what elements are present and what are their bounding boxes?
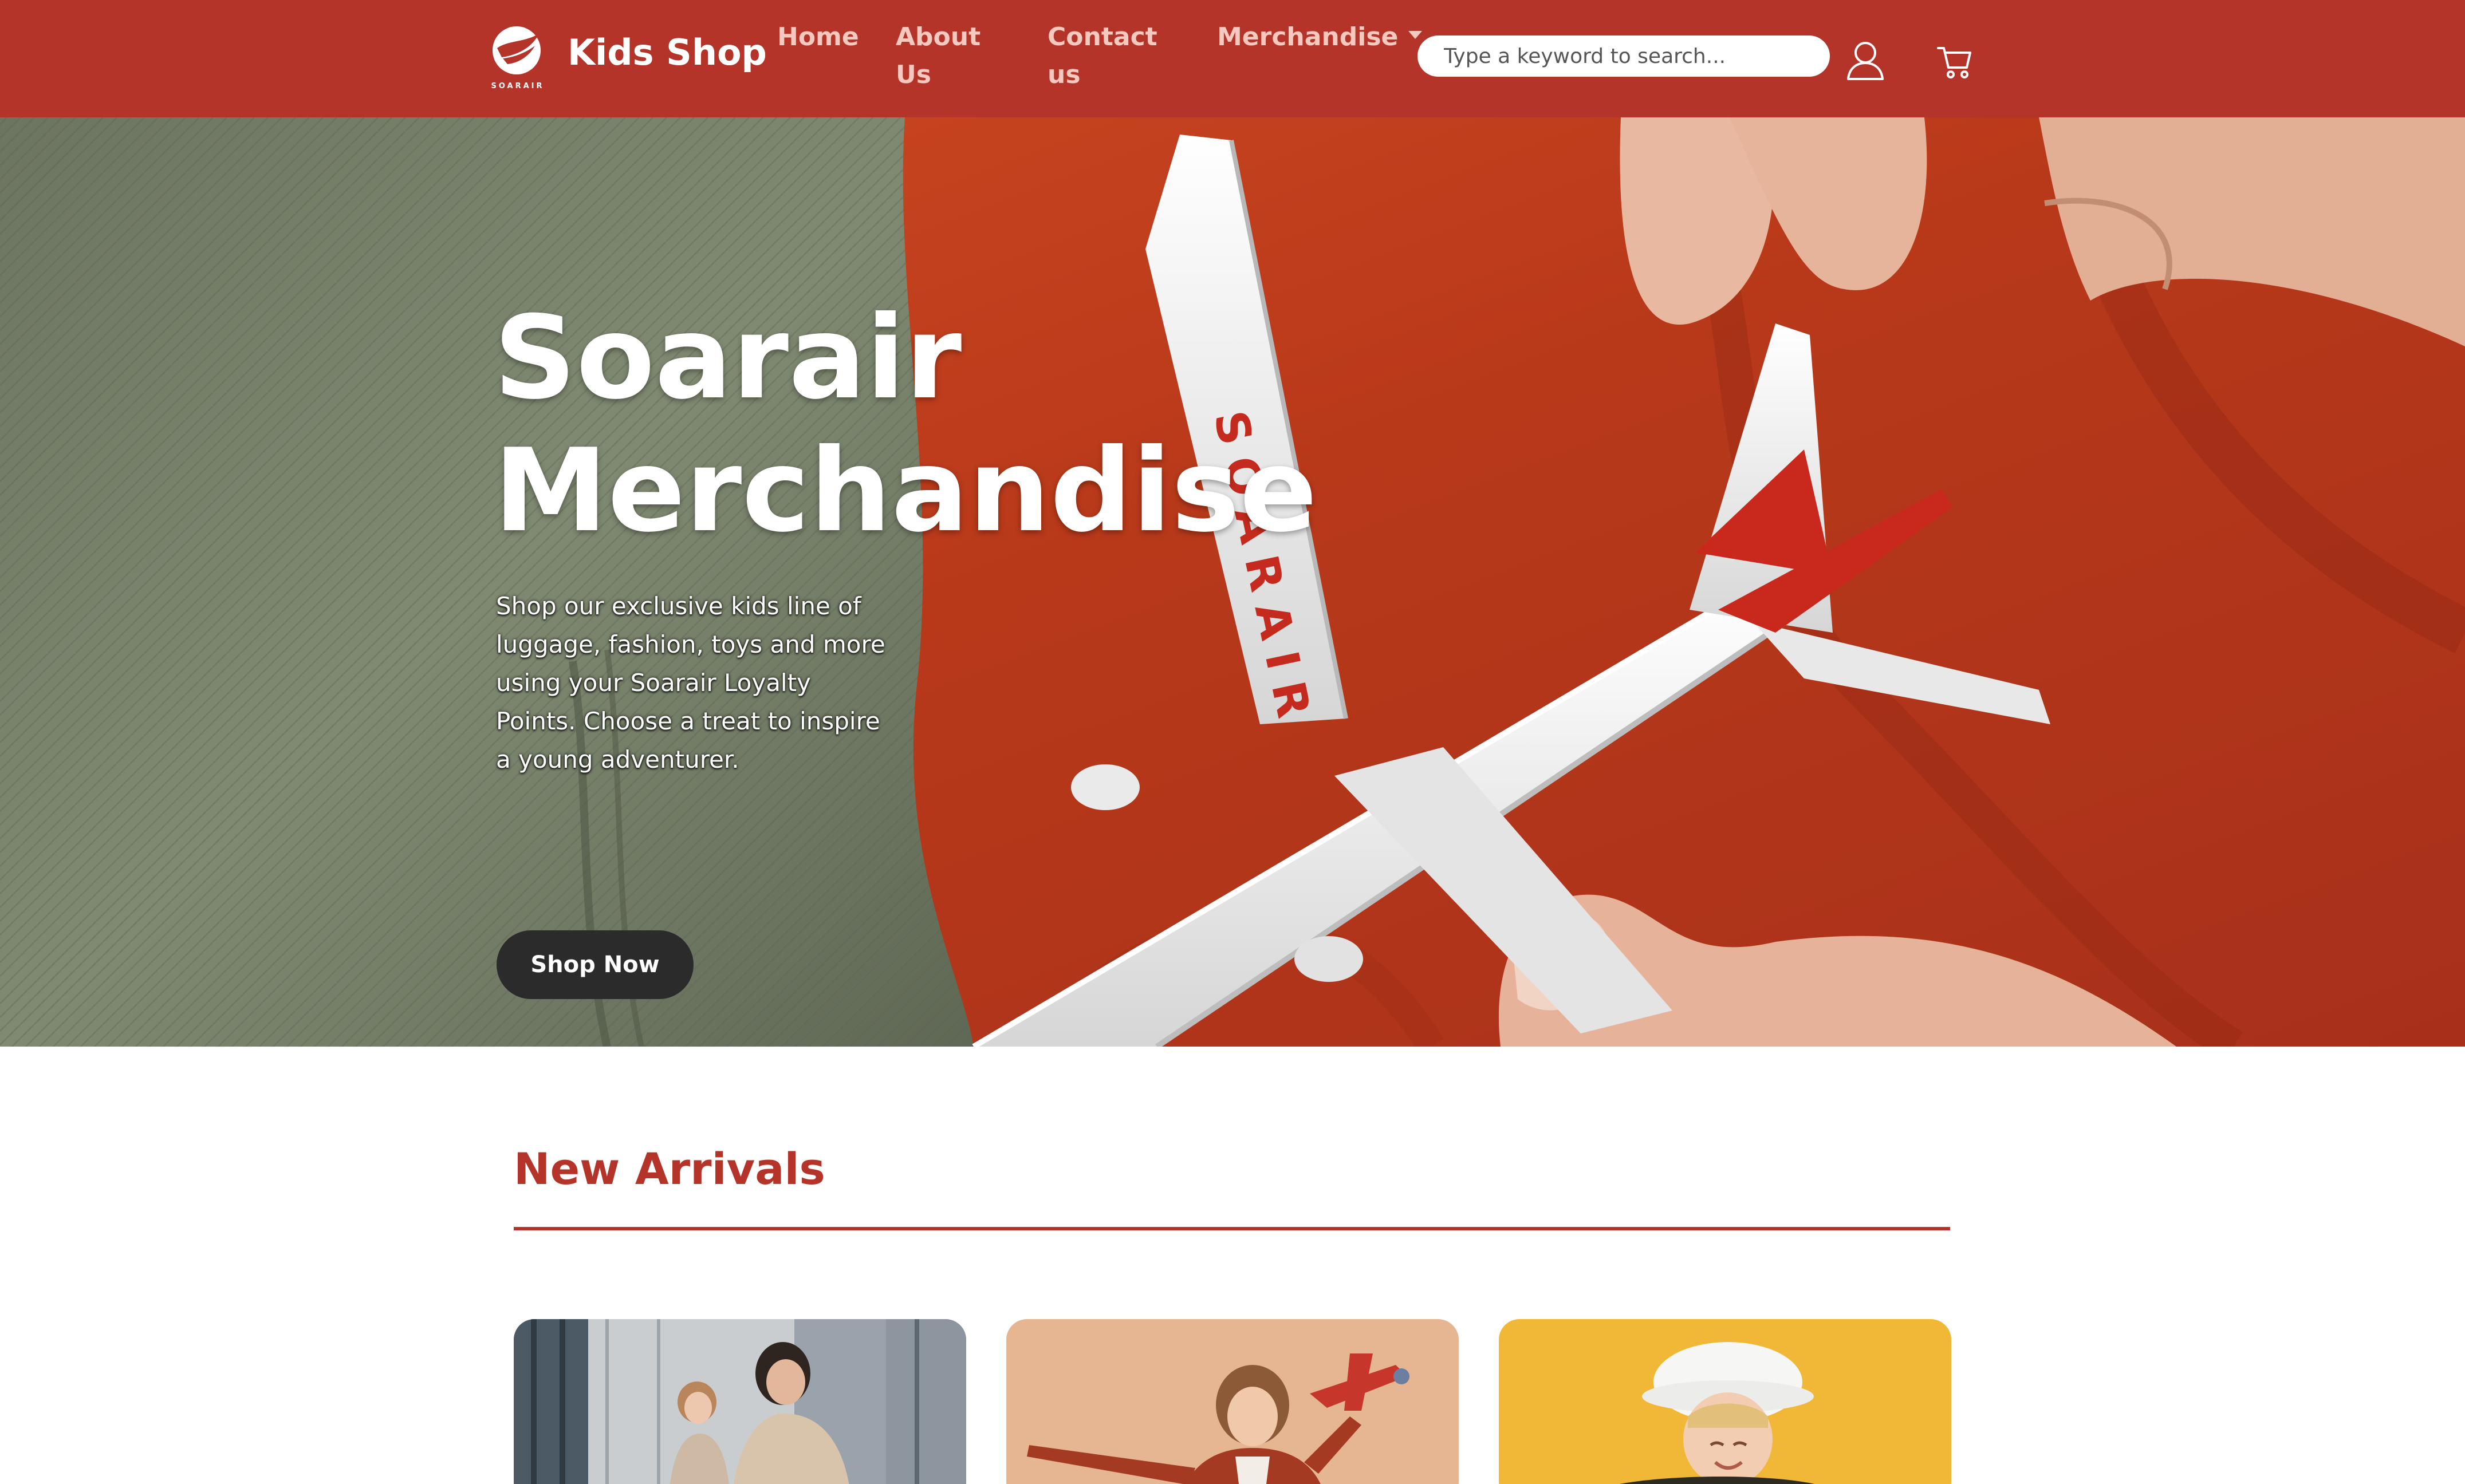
search-input[interactable] <box>1417 35 1830 77</box>
logo-wordmark: SOARAIR <box>491 82 544 90</box>
product-image-girl-with-yellow-suitcase <box>1499 1319 1951 1484</box>
product-image-girl-with-toy-airplane <box>1006 1319 1459 1484</box>
product-card-girl-with-yellow-suitcase[interactable] <box>1499 1319 1951 1484</box>
hero-title: Soarair Merchandise <box>494 291 1317 558</box>
nav-contact-link[interactable]: Contact us <box>1048 18 1162 94</box>
nav-home-link[interactable]: Home <box>777 18 859 56</box>
nav-about-link[interactable]: About Us <box>896 18 999 94</box>
user-icon[interactable] <box>1846 40 1885 81</box>
product-image-mother-and-daughter <box>514 1319 966 1484</box>
nav-merchandise-label: Merchandise <box>1217 22 1399 52</box>
product-card-mother-and-daughter[interactable] <box>514 1319 966 1484</box>
section-divider <box>514 1227 1950 1230</box>
shop-now-button[interactable]: Shop Now <box>497 930 694 999</box>
top-navbar: SOARAIR Kids Shop Home About Us Contact … <box>0 0 2465 117</box>
caret-down-icon <box>1408 31 1423 39</box>
brand-name[interactable]: Kids Shop <box>568 30 767 76</box>
hero-background-image: SOARAIR <box>0 117 2465 1047</box>
cart-icon[interactable] <box>1937 45 1972 79</box>
hero-banner: SOARAIR Soarair Merchandise Shop our exc… <box>0 117 2465 1047</box>
soarair-logo[interactable]: SOARAIR <box>486 25 550 90</box>
product-card-girl-with-toy-airplane[interactable] <box>1006 1319 1459 1484</box>
new-arrivals-heading: New Arrivals <box>514 1143 825 1194</box>
hero-description: Shop our exclusive kids line of luggage,… <box>496 592 885 773</box>
nav-merchandise-dropdown[interactable]: Merchandise <box>1217 18 1423 56</box>
